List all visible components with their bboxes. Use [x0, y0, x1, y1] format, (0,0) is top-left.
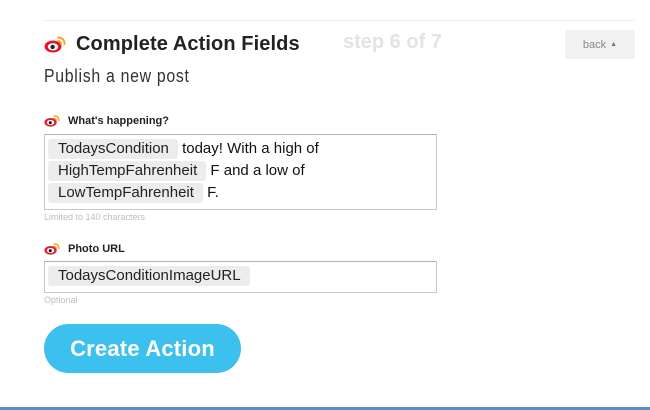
caret-up-icon: ▲: [610, 41, 618, 48]
back-button[interactable]: back ▲: [565, 30, 635, 59]
status-line-3: LowTempFahrenheit F.: [48, 182, 433, 204]
weibo-icon: [44, 242, 60, 255]
status-text: F and a low of: [206, 162, 305, 179]
status-line-1: TodaysCondition today! With a high of: [48, 138, 433, 160]
top-divider: [43, 20, 635, 21]
status-hint: Limited to 140 characters: [44, 212, 146, 222]
status-line-2: HighTempFahrenheit F and a low of: [48, 160, 433, 182]
page-subtitle: Publish a new post: [44, 66, 190, 86]
field-token-pill[interactable]: TodaysConditionImageURL: [48, 266, 250, 286]
back-button-label: back: [582, 38, 607, 51]
field-token-pill[interactable]: HighTempFahrenheit: [48, 161, 207, 181]
status-text: F.: [202, 184, 219, 201]
status-textarea[interactable]: TodaysCondition today! With a high of Hi…: [44, 134, 437, 210]
weibo-icon: [44, 35, 66, 53]
status-text: today! With a high of: [177, 140, 319, 157]
weibo-icon: [44, 114, 60, 127]
status-field-label-text: What's happening?: [68, 114, 169, 127]
status-field-label: What's happening?: [44, 114, 169, 127]
photo-field-label: Photo URL: [44, 242, 125, 255]
create-action-button[interactable]: Create Action: [44, 324, 241, 373]
photo-url-input[interactable]: TodaysConditionImageURL: [44, 261, 437, 293]
page-header: Complete Action Fields: [44, 30, 300, 58]
field-token-pill[interactable]: TodaysCondition: [48, 139, 178, 159]
photo-hint: Optional: [44, 295, 78, 305]
page-title: Complete Action Fields: [76, 32, 300, 55]
field-token-pill[interactable]: LowTempFahrenheit: [48, 183, 203, 203]
step-indicator: step 6 of 7: [343, 31, 442, 53]
photo-field-label-text: Photo URL: [68, 242, 125, 255]
